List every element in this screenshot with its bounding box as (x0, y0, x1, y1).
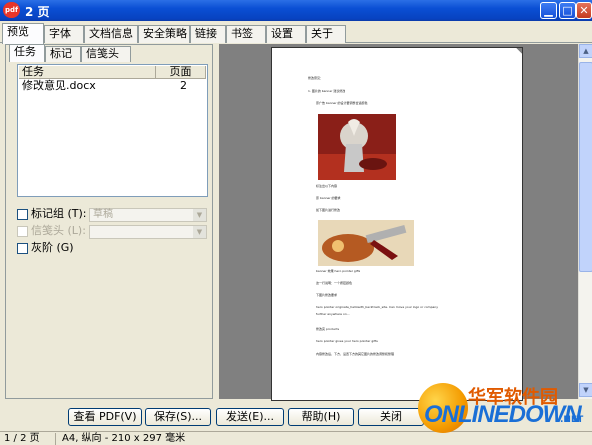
doc-line: further anywhere on... (316, 312, 350, 316)
doc-line: 标注出以下内容 (316, 184, 338, 188)
chevron-down-icon: ▼ (193, 226, 206, 238)
grayscale-option[interactable]: 灰阶 (G) (17, 241, 74, 257)
tab-fonts[interactable]: 字体 (44, 25, 84, 43)
column-pages[interactable]: 页面 (156, 66, 206, 79)
mark-group-label: 标记组 (T): (31, 207, 87, 220)
column-task[interactable]: 任务 (19, 66, 156, 79)
scroll-up-button[interactable]: ▲ (579, 44, 592, 58)
document-page-preview: 修改意见： 1. 图片的 banner 建议修改 原广告 banner 的设计要… (271, 47, 523, 401)
save-button[interactable]: 保存(S)... (145, 408, 211, 426)
mark-group-option[interactable]: 标记组 (T): (17, 207, 87, 223)
tab-links[interactable]: 链接 (190, 25, 226, 43)
doc-line: 如下图片进行修改 (316, 208, 341, 212)
subtab-marks[interactable]: 标记 (45, 46, 81, 62)
page-corner-fold (515, 48, 522, 55)
onlinedown-watermark: 华军软件园 ONLINEDOWN .NET (410, 365, 592, 445)
chevron-down-icon: ▼ (193, 209, 206, 221)
letterhead-option[interactable]: 信笺头 (L): (17, 224, 86, 240)
mark-group-checkbox[interactable] (17, 208, 28, 220)
main-tab-bar: 预览 字体 文档信息 安全策略 链接 书签 设置 关于 (0, 23, 592, 44)
maximize-button[interactable]: □ (559, 2, 576, 19)
doc-line: 原广告 banner 的设计要调整合适颜色 (316, 101, 368, 105)
doc-line: banner 效果 hero pointer gifts (316, 269, 361, 273)
task-name: 修改意见.docx (22, 79, 96, 92)
window-title: 2 页 (25, 5, 50, 19)
task-pages: 2 (180, 79, 187, 92)
doc-line: 修改意见： (308, 76, 324, 80)
preview-scrollbar[interactable]: ▲ ▼ (578, 44, 592, 399)
close-window-button[interactable]: ✕ (576, 2, 592, 19)
tab-security[interactable]: 安全策略 (138, 25, 190, 43)
view-pdf-button[interactable]: 查看 PDF(V) (68, 408, 142, 426)
letterhead-checkbox[interactable] (17, 225, 28, 237)
doc-line: hero pointer originate_hellowith_backtra… (316, 305, 439, 309)
send-button[interactable]: 发送(E)... (216, 408, 284, 426)
document-image-1 (318, 114, 396, 180)
document-image-2 (318, 220, 414, 266)
status-page-count: 1 / 2 页 (4, 433, 40, 444)
watermark-domain-text: .NET (560, 415, 584, 425)
pdf-app-icon: pdf (3, 2, 20, 18)
subtab-tasks[interactable]: 任务 (9, 44, 45, 62)
watermark-en-text: ONLINEDOWN (424, 401, 582, 428)
doc-line: 这一行说明：一个按钮颜色 (316, 281, 353, 285)
doc-line: 1. 图片的 banner 建议修改 (308, 89, 346, 93)
minimize-button[interactable]: ▁ (540, 2, 557, 19)
doc-line: 内容修改后，下方，设置下方的其它图片的修改调整和整理 (316, 352, 395, 356)
tab-document-info[interactable]: 文档信息 (84, 25, 138, 43)
subtab-letterhead[interactable]: 信笺头 (81, 46, 131, 62)
status-page-size: A4, 纵向 - 210 x 297 毫米 (62, 433, 186, 444)
grayscale-label: 灰阶 (G) (31, 241, 74, 254)
title-bar[interactable]: pdf 2 页 ▁ □ ✕ (0, 0, 592, 21)
status-divider (55, 433, 56, 445)
tab-bookmarks[interactable]: 书签 (226, 25, 266, 43)
table-row[interactable]: 修改意见.docx 2 (19, 80, 206, 93)
grayscale-checkbox[interactable] (17, 242, 28, 254)
tab-about[interactable]: 关于 (306, 25, 346, 43)
task-list[interactable]: 任务 页面 修改意见.docx 2 (17, 64, 208, 197)
letterhead-select[interactable]: ▼ (89, 225, 207, 239)
mark-group-select[interactable]: 草稿 ▼ (89, 208, 207, 222)
doc-line: hero pointer gives your hero pointer gif… (316, 339, 378, 343)
letterhead-label: 信笺头 (L): (31, 224, 86, 237)
mark-group-value: 草稿 (93, 209, 113, 220)
tab-settings[interactable]: 设置 (266, 25, 306, 43)
doc-line: 原 banner 的要求 (316, 196, 341, 200)
doc-line: 修改完 products (316, 327, 340, 331)
help-button[interactable]: 帮助(H) (288, 408, 354, 426)
doc-line: 下图片修改要求 (316, 293, 338, 297)
tab-preview[interactable]: 预览 (2, 23, 44, 44)
scroll-thumb[interactable] (579, 62, 592, 272)
task-list-header: 任务 页面 (19, 66, 206, 79)
